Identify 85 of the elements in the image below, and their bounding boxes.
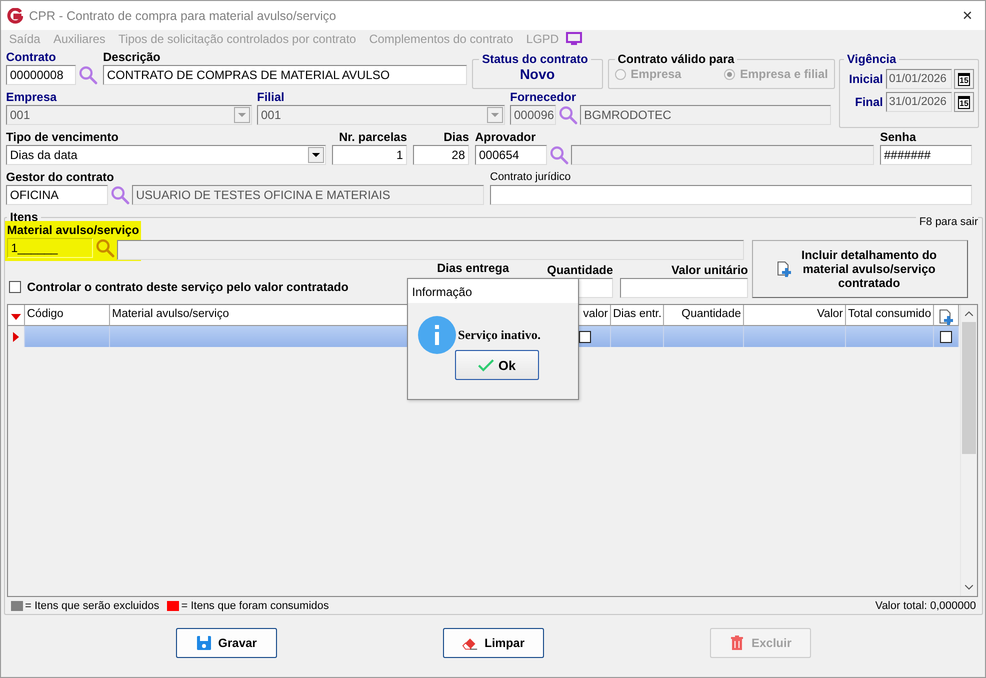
scroll-up-icon[interactable] (965, 311, 973, 316)
field-label: Empresa (6, 90, 58, 104)
check-icon (478, 358, 494, 372)
hint-text: F8 para sair (916, 216, 978, 228)
column-header[interactable]: Valor (744, 305, 846, 326)
clear-button[interactable]: Limpar (443, 628, 544, 658)
field-label: Final (854, 95, 883, 109)
input-field[interactable]: 000654 (475, 145, 547, 165)
ok-button[interactable]: Ok (455, 350, 539, 380)
input-field[interactable] (117, 240, 744, 260)
monitor-icon[interactable] (566, 32, 582, 46)
field-label: Filial (257, 90, 286, 104)
field-label: Descrição (103, 50, 162, 64)
checkbox[interactable] (579, 330, 591, 342)
input-field[interactable]: 000096 (510, 105, 556, 125)
field-label: Senha (880, 130, 918, 144)
column-header[interactable] (934, 305, 959, 326)
field-label: Fornecedor (510, 90, 578, 104)
password-field[interactable]: ####### (880, 145, 972, 165)
search-icon[interactable] (78, 65, 98, 85)
field-label: Aprovador (475, 130, 537, 144)
total-text: Valor total: 0,000000 (875, 600, 976, 612)
column-header[interactable]: Total consumido (846, 305, 934, 326)
field-label: Material avulso/serviço (7, 223, 140, 237)
calendar-button[interactable]: 15 (954, 69, 974, 89)
legend-label: = Itens que foram consumidos (181, 600, 329, 612)
dropdown[interactable]: Dias da data (6, 145, 326, 165)
search-icon[interactable] (95, 238, 115, 258)
input-field[interactable]: 00000008 (6, 65, 76, 85)
field-label: Contrato (6, 50, 57, 64)
trash-icon (729, 635, 746, 651)
save-button[interactable]: Gravar (176, 628, 277, 658)
add-document-icon (938, 308, 954, 324)
info-icon (418, 316, 456, 354)
column-header[interactable]: Dias entr. (611, 305, 664, 326)
add-document-icon (776, 261, 792, 277)
column-header[interactable]: Quantidade (664, 305, 744, 326)
field-label: Dias entrega (437, 261, 510, 275)
input-field[interactable]: USUARIO DE TESTES OFICINA E MATERIAIS (132, 185, 484, 205)
checkbox-label[interactable]: Controlar o contrato deste serviço pelo valor contratado (27, 280, 348, 294)
field-label: Inicial (848, 72, 883, 86)
field-label: Nr. parcelas (338, 130, 407, 144)
field-label: Dias (442, 130, 469, 144)
input-field[interactable]: OFICINA (6, 185, 108, 205)
caret-icon (491, 113, 499, 117)
input-field[interactable]: 28 (413, 145, 469, 165)
group-title: Vigência (846, 52, 898, 66)
dialog-title: Informação (408, 279, 578, 303)
column-header[interactable]: Código (25, 305, 110, 326)
close-button[interactable]: ✕ (956, 8, 979, 23)
input-field[interactable]: CONTRATO DE COMPRAS DE MATERIAL AVULSO (103, 65, 467, 85)
dialog-message: Serviço inativo. (458, 328, 541, 342)
search-icon[interactable] (110, 185, 130, 205)
window-title: CPR - Contrato de compra para material avulso/serviço (29, 8, 338, 22)
date-field[interactable]: 01/01/2026 (886, 69, 952, 89)
field-label: Valor unitário (670, 263, 748, 277)
logo-icon (7, 8, 23, 24)
field-label: Contrato jurídico (490, 170, 572, 184)
input-field[interactable] (571, 145, 874, 165)
status-value: Novo (518, 66, 556, 84)
field-label: Tipo de vencimento (6, 130, 120, 144)
row-pointer-icon (13, 332, 19, 342)
group-title: Contrato válido para (616, 52, 736, 66)
calendar-button[interactable]: 15 (954, 92, 974, 112)
group-title: Status do contrato (481, 52, 590, 66)
checkbox[interactable] (940, 330, 952, 342)
field-label: Quantidade (547, 263, 613, 277)
legend-label: = Itens que serão excluidos (25, 600, 160, 612)
sort-down-icon (11, 314, 21, 320)
scroll-down-icon[interactable] (965, 585, 973, 590)
search-icon[interactable] (549, 145, 569, 165)
input-field[interactable]: 1______ (7, 238, 93, 258)
caret-icon (238, 113, 246, 117)
search-icon[interactable] (558, 105, 578, 125)
date-field[interactable]: 31/01/2026 (886, 92, 952, 112)
group-title: Itens (9, 210, 40, 224)
input-field[interactable]: 1 (332, 145, 407, 165)
caret-icon (312, 153, 320, 157)
checkbox[interactable] (9, 281, 21, 293)
field-label: Gestor do contrato (6, 170, 116, 184)
input-field[interactable]: BGMRODOTEC (580, 105, 831, 125)
input-field[interactable] (490, 185, 972, 205)
scrollbar[interactable] (960, 305, 977, 596)
input-field[interactable] (620, 278, 748, 298)
include-detail-button[interactable]: Incluir detalhamento do material avulso/serviço contratado (752, 240, 968, 298)
